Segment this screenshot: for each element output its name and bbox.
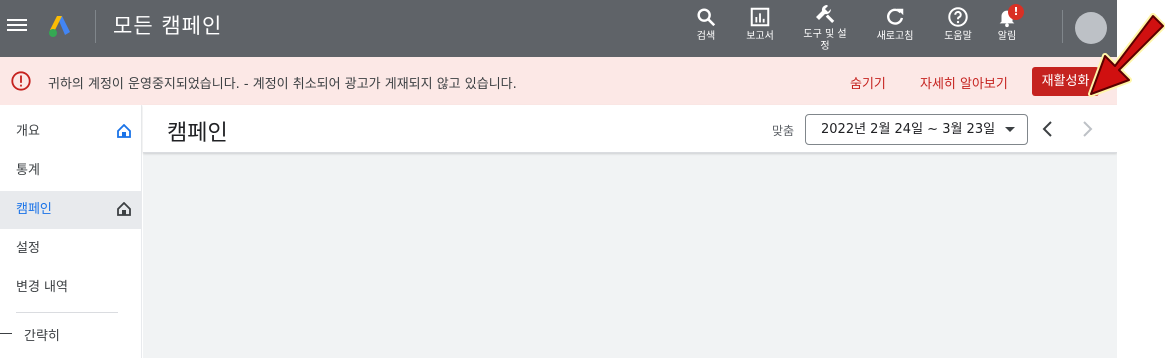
sidebar-divider	[16, 312, 118, 313]
refresh-button[interactable]: 새로고침	[873, 6, 917, 43]
main-header: 캠페인 맞춤 2022년 2월 24일 ~ 3월 23일	[143, 105, 1117, 153]
home-icon	[117, 202, 131, 216]
notifications-button[interactable]: ! 알림	[994, 4, 1024, 43]
date-range-select[interactable]: 2022년 2월 24일 ~ 3월 23일	[805, 114, 1028, 145]
compact-label: 간략히	[24, 329, 60, 344]
alert-message: 귀하의 계정이 운영중지되었습니다. - 계정이 취소되어 광고가 게재되지 않…	[48, 77, 517, 92]
sidebar-item-stats[interactable]: 통계	[0, 152, 141, 190]
account-alert-banner: 귀하의 계정이 운영중지되었습니다. - 계정이 취소되어 광고가 게재되지 않…	[0, 57, 1117, 105]
home-icon	[117, 124, 131, 138]
reports-label: 보고서	[746, 31, 774, 42]
hide-alert-link[interactable]: 숨기기	[850, 73, 886, 92]
refresh-label: 새로고침	[876, 31, 914, 42]
top-app-bar: 모든 캠페인 검색 보고서 도구 및 설정 새로고침 도움말 ! 알림	[0, 0, 1117, 57]
notifications-label: 알림	[997, 31, 1017, 42]
tools-settings-label-line1: 도구 및 설	[803, 29, 847, 40]
error-icon	[11, 71, 31, 91]
page-title: 캠페인	[167, 121, 228, 146]
sidebar-item-label: 캠페인	[16, 202, 52, 217]
page-heading: 모든 캠페인	[113, 14, 223, 38]
chevron-down-icon	[1005, 127, 1015, 132]
sidebar-item-label: 통계	[16, 163, 40, 178]
tools-settings-label: 도구 및 설정	[799, 29, 851, 53]
reports-button[interactable]: 보고서	[741, 6, 779, 43]
reports-icon	[750, 7, 770, 27]
collapse-icon	[0, 333, 12, 334]
sidebar-item-label: 변경 내역	[16, 280, 68, 295]
tools-settings-button[interactable]: 도구 및 설정	[799, 2, 851, 53]
search-icon	[697, 8, 716, 27]
next-period-icon[interactable]	[1077, 119, 1097, 139]
tools-settings-label-line2: 정	[820, 41, 830, 52]
date-range-label: 맞춤	[772, 124, 795, 138]
date-range-value: 2022년 2월 24일 ~ 3월 23일	[821, 122, 996, 137]
sidebar-item-settings[interactable]: 설정	[0, 230, 141, 268]
main-content: 캠페인 맞춤 2022년 2월 24일 ~ 3월 23일	[143, 105, 1117, 358]
google-ads-logo-icon[interactable]	[48, 14, 74, 38]
wrench-icon	[816, 4, 835, 23]
sidebar-item-campaigns[interactable]: 캠페인	[0, 191, 141, 229]
help-label: 도움말	[944, 31, 972, 42]
topbar-divider-right	[1062, 10, 1063, 43]
search-button[interactable]: 검색	[689, 6, 723, 43]
learn-more-link[interactable]: 자세히 알아보기	[920, 73, 1008, 92]
compact-toggle[interactable]: 간략히	[0, 325, 60, 344]
left-navigation: 개요 통계 캠페인 설정 변경 내역 간략히	[0, 105, 142, 358]
previous-period-icon[interactable]	[1038, 119, 1058, 139]
help-icon	[948, 7, 968, 27]
hamburger-menu-icon[interactable]	[7, 16, 27, 34]
sidebar-item-label: 설정	[16, 241, 40, 256]
sidebar-item-change-history[interactable]: 변경 내역	[0, 269, 141, 307]
topbar-divider	[95, 10, 96, 43]
sidebar-item-label: 개요	[16, 124, 40, 139]
refresh-icon	[887, 8, 904, 25]
help-button[interactable]: 도움말	[939, 6, 977, 43]
sidebar-item-overview[interactable]: 개요	[0, 113, 141, 151]
notification-badge: !	[1008, 4, 1024, 20]
search-label: 검색	[696, 31, 716, 42]
pointer-arrow-icon	[1088, 13, 1165, 97]
